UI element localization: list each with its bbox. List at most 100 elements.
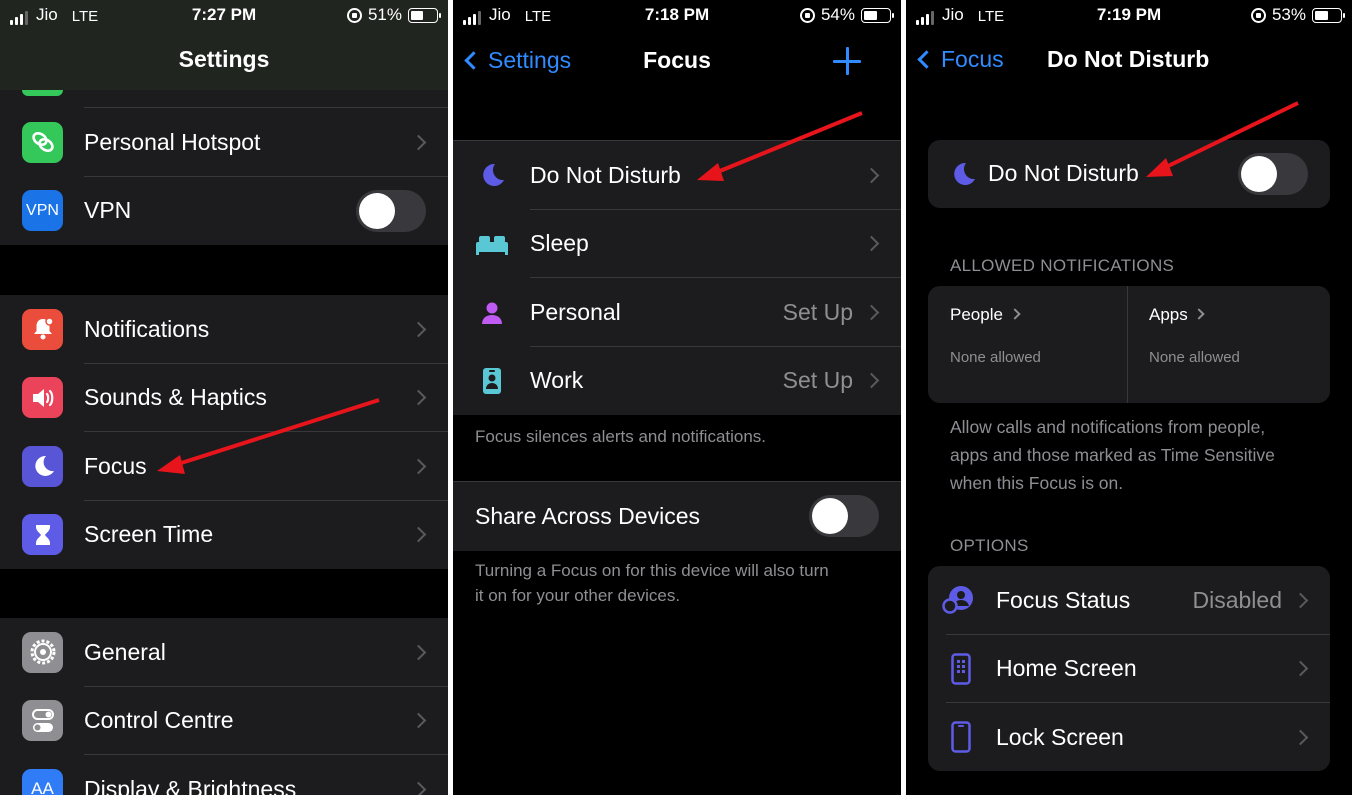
- chevron-right-icon: [1292, 592, 1309, 609]
- chevron-right-icon: [410, 712, 427, 729]
- person-icon: [480, 300, 504, 331]
- vpn-toggle[interactable]: [356, 189, 426, 232]
- status-bar: Jio LTE 7:19 PM 53%: [906, 0, 1352, 32]
- share-footer-note: Turning a Focus on for this device will …: [475, 558, 829, 608]
- settings-item-screen-time[interactable]: Screen Time: [0, 501, 448, 570]
- bed-icon: [475, 234, 509, 261]
- moon-icon: [22, 445, 63, 487]
- settings-item-display-brightness[interactable]: AA Display & Brightness: [0, 755, 448, 795]
- chevron-right-icon: [410, 644, 427, 661]
- home-screen-icon: [951, 652, 971, 690]
- chevron-right-icon: [863, 304, 880, 321]
- item-label: Focus: [84, 452, 147, 479]
- bell-icon: [22, 308, 63, 350]
- item-label: Sounds & Haptics: [84, 384, 267, 411]
- item-label: Personal: [530, 298, 621, 325]
- notifications-group: Notifications Sounds & Haptics Focus Scr…: [0, 295, 448, 569]
- settings-item-notifications[interactable]: Notifications: [0, 295, 448, 364]
- options-header: OPTIONS: [950, 536, 1029, 555]
- share-across-devices-row: Share Across Devices: [453, 482, 901, 551]
- focus-item-work[interactable]: Work Set Up: [453, 347, 901, 416]
- people-label: People: [950, 305, 1003, 324]
- rotation-lock-icon: [799, 7, 815, 23]
- speaker-icon: [22, 377, 63, 419]
- focus-footer-note: Focus silences alerts and notifications.: [475, 427, 767, 446]
- battery-percent: 53%: [1271, 5, 1306, 24]
- item-label: Sleep: [530, 230, 589, 257]
- gear-icon: [22, 631, 63, 673]
- option-focus-status[interactable]: Focus Status Disabled: [928, 566, 1330, 635]
- people-cell[interactable]: People None allowed: [928, 286, 1128, 403]
- focus-screen: Jio LTE 7:18 PM 54% Settings Focus Do No…: [453, 0, 901, 795]
- page-title: Settings: [178, 46, 270, 72]
- share-footer-line: it on for your other devices.: [475, 586, 681, 605]
- option-lock-screen[interactable]: Lock Screen: [928, 703, 1330, 771]
- item-label: Share Across Devices: [475, 502, 700, 529]
- chevron-right-icon: [1292, 729, 1309, 746]
- hourglass-icon: [22, 514, 63, 556]
- moon-icon: [479, 162, 505, 193]
- item-label: General: [84, 638, 166, 665]
- back-button[interactable]: Focus: [917, 46, 1004, 73]
- status-bar: Jio LTE 7:27 PM 51%: [0, 0, 448, 32]
- lock-screen-icon: [951, 721, 971, 758]
- chevron-right-icon: [410, 321, 427, 338]
- chevron-right-icon: [410, 389, 427, 406]
- apps-value: None allowed: [1149, 349, 1240, 366]
- options-card: Focus Status Disabled Home Screen Lock S…: [928, 566, 1330, 771]
- add-focus-button[interactable]: [833, 47, 861, 75]
- item-value: Set Up: [782, 367, 853, 394]
- allowed-footer-line: when this Focus is on.: [950, 473, 1124, 493]
- rotation-lock-icon: [346, 7, 362, 23]
- focus-item-do-not-disturb[interactable]: Do Not Disturb: [453, 141, 901, 210]
- apps-label: Apps: [1149, 305, 1188, 324]
- item-label: Home Screen: [996, 655, 1137, 682]
- settings-item-sounds-haptics[interactable]: Sounds & Haptics: [0, 364, 448, 432]
- settings-item-personal-hotspot[interactable]: Personal Hotspot: [0, 108, 448, 177]
- settings-item-focus[interactable]: Focus: [0, 432, 448, 501]
- battery-icon: [861, 7, 894, 23]
- chevron-right-icon: [410, 458, 427, 475]
- allowed-footer-line: Allow calls and notifications from peopl…: [950, 417, 1266, 437]
- status-bar: Jio LTE 7:18 PM 54%: [453, 0, 901, 32]
- item-label: Notifications: [84, 315, 210, 342]
- allowed-footer-line: apps and those marked as Time Sensitive: [950, 445, 1275, 465]
- apps-cell[interactable]: Apps None allowed: [1129, 286, 1330, 403]
- focus-list: Do Not Disturb Sleep Personal Set Up Wor…: [453, 140, 901, 415]
- allowed-footer-note: Allow calls and notifications from peopl…: [950, 413, 1275, 497]
- back-label: Focus: [941, 46, 1004, 72]
- item-value: Disabled: [1192, 586, 1283, 613]
- settings-item-general[interactable]: General: [0, 618, 448, 687]
- item-label: Screen Time: [84, 521, 214, 548]
- network-group: Personal Hotspot VPN VPN: [0, 108, 448, 245]
- people-value: None allowed: [950, 349, 1041, 366]
- share-across-devices-toggle[interactable]: [809, 495, 879, 537]
- share-group: Share Across Devices: [453, 481, 901, 551]
- link-icon: [22, 121, 63, 163]
- option-home-screen[interactable]: Home Screen: [928, 635, 1330, 703]
- item-label: Work: [530, 367, 584, 394]
- focus-item-personal[interactable]: Personal Set Up: [453, 278, 901, 347]
- item-label: Control Centre: [84, 707, 234, 734]
- focus-item-sleep[interactable]: Sleep: [453, 210, 901, 278]
- item-label: Lock Screen: [996, 723, 1124, 750]
- settings-item-vpn[interactable]: VPN VPN: [0, 177, 448, 246]
- chevron-right-icon: [1193, 308, 1205, 320]
- chevron-left-icon: [917, 50, 936, 69]
- item-label: Personal Hotspot: [84, 128, 261, 155]
- chevron-right-icon: [410, 134, 427, 151]
- dnd-label: Do Not Disturb: [988, 160, 1139, 186]
- battery-icon: [1312, 7, 1345, 23]
- chevron-right-icon: [863, 167, 880, 184]
- moon-icon: [950, 161, 976, 192]
- dnd-toggle[interactable]: [1238, 153, 1308, 195]
- item-value: Set Up: [782, 298, 853, 325]
- vpn-icon: VPN: [22, 190, 63, 232]
- chevron-right-icon: [410, 781, 427, 795]
- general-group: General Control Centre AA Display & Brig…: [0, 618, 448, 795]
- share-footer-line: Turning a Focus on for this device will …: [475, 561, 829, 580]
- rotation-lock-icon: [1250, 7, 1266, 23]
- battery-percent: 54%: [820, 5, 855, 24]
- allowed-notifications-header: ALLOWED NOTIFICATIONS: [950, 256, 1175, 275]
- settings-item-control-centre[interactable]: Control Centre: [0, 687, 448, 755]
